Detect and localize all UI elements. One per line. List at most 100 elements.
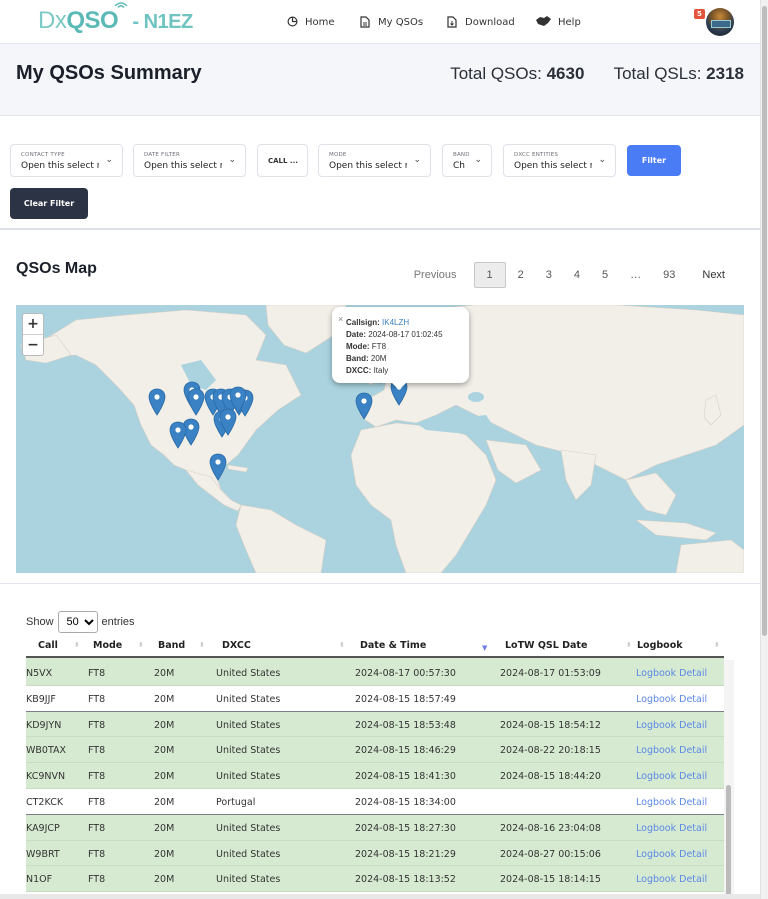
nav-download[interactable]: Download	[447, 0, 515, 44]
map-marker-icon[interactable]	[209, 453, 227, 481]
table-row: KD9JYN FT8 20M United States 2024-08-15 18:5…	[26, 711, 724, 738]
table-header: Call ⬍ Mode ⬍ Band ⬍ DXCC ⬍ Date & Time …	[26, 635, 724, 658]
entries-select[interactable]: 50	[57, 611, 98, 633]
pagination-previous[interactable]: Previous	[404, 262, 467, 288]
cell-call: KB9JJF	[26, 693, 56, 705]
column-header-logbook[interactable]: Logbook	[637, 640, 683, 651]
pagination-page[interactable]: 4	[564, 262, 590, 288]
pagination-page[interactable]: 2	[508, 262, 534, 288]
map-marker-icon[interactable]	[355, 392, 373, 420]
map-title: QSOs Map	[16, 260, 97, 277]
date-filter-select[interactable]: DATE FILTER Open this select m ⌄	[133, 144, 246, 177]
page-scrollbar-thumb[interactable]	[762, 6, 767, 636]
total-qsos-value: 4630	[546, 64, 585, 83]
logo[interactable]: DxQSO - N1EZ	[38, 2, 193, 35]
logbook-detail-link[interactable]: Logbook Detail	[636, 874, 707, 885]
user-avatar[interactable]	[706, 8, 734, 36]
logbook-detail-link[interactable]: Logbook Detail	[636, 668, 707, 679]
cell-dxcc: United States	[216, 745, 281, 757]
cell-band: 20M	[154, 693, 175, 705]
pagination-ellipsis: …	[630, 269, 642, 281]
map-marker-icon[interactable]	[148, 388, 166, 416]
cell-mode: FT8	[88, 848, 106, 860]
notification-badge[interactable]: 5	[694, 9, 705, 19]
pagination-page[interactable]: 93	[653, 262, 685, 288]
chevron-down-icon: ⌄	[474, 155, 482, 165]
cell-mode: FT8	[88, 668, 106, 679]
pagination-page[interactable]: 5	[592, 262, 618, 288]
popup-callsign-link[interactable]: IK4LZH	[382, 318, 409, 327]
cell-dxcc: Portugal	[216, 796, 256, 808]
table-scrollbar-thumb[interactable]	[726, 785, 731, 897]
column-header-dxcc[interactable]: DXCC	[222, 640, 251, 651]
cell-band: 20M	[154, 796, 175, 808]
cell-dxcc: United States	[216, 771, 281, 783]
page-scrollbar[interactable]	[760, 0, 768, 899]
sort-icon: ⬍	[714, 641, 720, 649]
cell-lotw: 2024-08-17 01:53:09	[500, 668, 601, 679]
pagination-next[interactable]: Next	[692, 262, 735, 288]
logbook-detail-link[interactable]: Logbook Detail	[636, 797, 707, 808]
column-header-band[interactable]: Band	[158, 640, 185, 651]
total-qsls-value: 2318	[706, 64, 744, 83]
column-header-mode[interactable]: Mode	[93, 640, 122, 651]
signal-icon	[114, 1, 128, 12]
zoom-in-button[interactable]: +	[23, 314, 43, 335]
table-scrollbar[interactable]	[724, 660, 734, 899]
cell-band: 20M	[154, 874, 175, 886]
map-marker-icon[interactable]	[187, 388, 205, 416]
cell-datetime: 2024-08-15 18:53:48	[355, 719, 456, 731]
logbook-detail-link[interactable]: Logbook Detail	[636, 771, 707, 782]
zoom-controls: + −	[22, 313, 44, 356]
zoom-out-button[interactable]: −	[23, 335, 43, 356]
cell-datetime: 2024-08-15 18:13:52	[355, 874, 456, 886]
close-icon[interactable]: ×	[338, 313, 343, 325]
cell-mode: FT8	[88, 796, 106, 808]
dxcc-entities-select[interactable]: DXCC ENTITIES Open this select m ⌄	[503, 144, 616, 177]
top-navbar: DxQSO - N1EZ Home My QSOs Download Help …	[0, 0, 760, 44]
cell-band: 20M	[154, 719, 175, 731]
cell-dxcc: United States	[216, 822, 281, 834]
column-header-lotw[interactable]: LoTW QSL Date	[505, 640, 587, 651]
call-input[interactable]: CALL ...	[257, 144, 308, 177]
pagination-page[interactable]: 1	[473, 262, 506, 288]
clear-filter-button[interactable]: Clear Filter	[10, 188, 88, 219]
map-marker-icon[interactable]	[169, 421, 187, 449]
cell-datetime: 2024-08-17 00:57:30	[355, 668, 456, 679]
horizontal-scrollbar[interactable]	[0, 894, 760, 899]
totals: Total QSOs: 4630 Total QSLs: 2318	[450, 64, 744, 84]
nav-home[interactable]: Home	[287, 0, 335, 44]
contact-type-select[interactable]: CONTACT TYPE Open this select m ⌄	[10, 144, 123, 177]
nav-help[interactable]: Help	[536, 0, 581, 44]
logbook-detail-link[interactable]: Logbook Detail	[636, 720, 707, 731]
filter-button[interactable]: Filter	[627, 145, 681, 176]
cell-call: N1OF	[26, 874, 53, 886]
cell-lotw: 2024-08-27 00:15:06	[500, 848, 601, 860]
pagination: Previous 1 2 3 4 5 … 93 Next	[403, 262, 736, 288]
nav-my-qsos[interactable]: My QSOs	[360, 0, 423, 44]
column-header-datetime[interactable]: Date & Time	[360, 640, 426, 651]
column-header-call[interactable]: Call	[38, 640, 58, 651]
cell-datetime: 2024-08-15 18:46:29	[355, 745, 456, 757]
cell-call: CT2KCK	[26, 796, 64, 808]
total-qsls-label: Total QSLs:	[613, 64, 702, 83]
table-row: CT2KCK FT8 20M Portugal 2024-08-15 18:34:00 L…	[26, 788, 724, 815]
qso-map[interactable]: + − × Callsign: IK4LZH Date: 2024-08-17 …	[16, 305, 744, 573]
mode-select[interactable]: MODE Open this select m ⌄	[318, 144, 431, 177]
table-body: N5VX FT8 20M United States 2024-08-17 00:57:…	[26, 660, 724, 899]
logbook-detail-link[interactable]: Logbook Detail	[636, 694, 707, 705]
cell-band: 20M	[154, 745, 175, 757]
cell-datetime: 2024-08-15 18:41:30	[355, 771, 456, 783]
logbook-detail-link[interactable]: Logbook Detail	[636, 849, 707, 860]
map-marker-icon[interactable]	[229, 386, 247, 414]
qso-popup: × Callsign: IK4LZH Date: 2024-08-17 01:0…	[332, 307, 469, 390]
download-document-icon	[447, 16, 459, 28]
logbook-detail-link[interactable]: Logbook Detail	[636, 823, 707, 834]
sort-icon: ⬍	[339, 641, 345, 649]
filter-panel: CONTACT TYPE Open this select m ⌄ DATE F…	[0, 116, 760, 230]
cell-datetime: 2024-08-15 18:57:49	[355, 693, 456, 705]
table-row: N5VX FT8 20M United States 2024-08-17 00:57:…	[26, 660, 724, 686]
logbook-detail-link[interactable]: Logbook Detail	[636, 745, 707, 756]
pagination-page[interactable]: 3	[536, 262, 562, 288]
band-select[interactable]: BAND Ch ⌄	[442, 144, 492, 177]
